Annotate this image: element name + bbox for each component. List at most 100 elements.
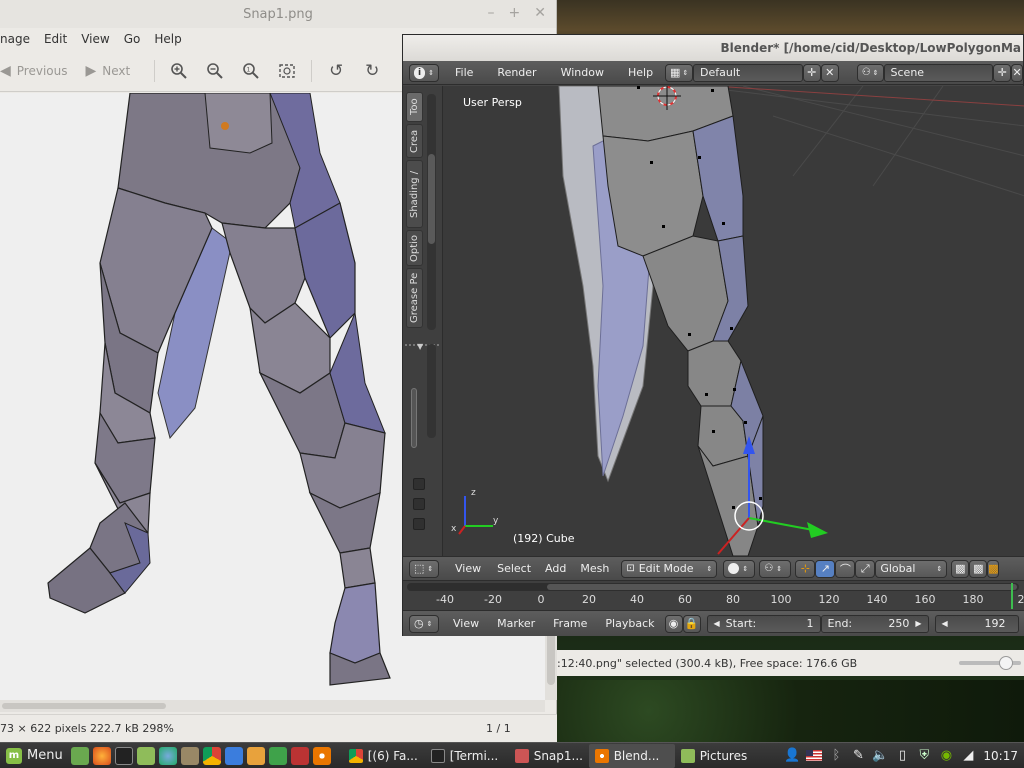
browser-icon[interactable] (158, 746, 177, 765)
delete-scene-button[interactable]: ✕ (1011, 63, 1024, 82)
bluetooth-icon[interactable]: ᛒ (828, 748, 844, 764)
close-icon[interactable]: ✕ (534, 5, 546, 21)
shelf-checkbox[interactable] (413, 478, 425, 490)
scene-browse-button[interactable]: ⚇ ⇕ (856, 63, 884, 82)
preview-range-button[interactable]: ◉ (664, 614, 683, 633)
menu-help[interactable]: Help (628, 66, 653, 79)
scrollbar-thumb[interactable] (428, 154, 435, 244)
zoom-normal-icon[interactable]: 1 (239, 59, 263, 83)
shelf-checkbox[interactable] (413, 518, 425, 530)
tab-options[interactable]: Optio (406, 230, 423, 266)
add-scene-button[interactable]: ✛ (993, 63, 1012, 82)
task-facebook[interactable]: [(6) Fa... (343, 744, 425, 768)
firefox-icon[interactable] (92, 746, 111, 765)
shelf-slider[interactable] (411, 388, 417, 448)
tab-grease-pencil[interactable]: Grease Pe (406, 268, 423, 328)
start-menu-button[interactable]: m Menu (0, 744, 69, 768)
add-layout-button[interactable]: ✛ (802, 63, 821, 82)
show-desktop-icon[interactable] (70, 746, 89, 765)
zoom-in-icon[interactable] (167, 59, 191, 83)
lock-frame-button[interactable]: 🔒 (682, 614, 701, 633)
document-icon[interactable] (246, 746, 265, 765)
menu-view[interactable]: View (455, 562, 481, 575)
menu-frame[interactable]: Frame (553, 617, 587, 630)
menu-marker[interactable]: Marker (497, 617, 535, 630)
writer-icon[interactable] (224, 746, 243, 765)
current-frame-marker[interactable] (1011, 583, 1013, 609)
menu-view[interactable]: View (453, 617, 479, 630)
menu-select[interactable]: Select (497, 562, 531, 575)
blender-icon[interactable] (312, 746, 331, 765)
timeline-scrollbar[interactable] (407, 583, 1019, 591)
start-frame-field[interactable]: ◀ Start: 1 (706, 614, 821, 633)
zoom-fit-icon[interactable] (275, 59, 299, 83)
previous-button[interactable]: ◀ Previous (0, 63, 68, 79)
screen-layout-field[interactable]: Default (693, 63, 803, 82)
task-blender[interactable]: Blend... (588, 743, 675, 768)
delete-layout-button[interactable]: ✕ (820, 63, 839, 82)
sound-icon[interactable]: 🔈 (872, 748, 888, 764)
layer-button[interactable]: ▩ (969, 559, 988, 578)
rotate-left-icon[interactable]: ↺ (324, 59, 348, 83)
mode-dropdown[interactable]: ⊡ Edit Mode ⇕ (621, 559, 718, 578)
task-snap1[interactable]: Snap1... (509, 744, 589, 768)
layer-button[interactable]: ▩ (987, 559, 1000, 578)
pivot-point-dropdown[interactable]: ⚇ ⇕ (759, 559, 792, 578)
zoom-slider[interactable] (959, 656, 1021, 670)
editor-type-3d-button[interactable]: ⬚ ⇕ (409, 559, 439, 578)
scale-manipulator-button[interactable]: ⤢ (855, 559, 876, 578)
menu-render[interactable]: Render (497, 66, 536, 79)
editor-type-info-button[interactable]: i ⇕ (409, 63, 439, 82)
calc-icon[interactable] (268, 746, 287, 765)
rotate-right-icon[interactable]: ↻ (360, 59, 384, 83)
collapse-arrow-icon[interactable]: ▼ (417, 342, 423, 351)
shelf-scrollbar-lower[interactable] (427, 344, 436, 438)
timeline[interactable]: -40 -20 0 20 40 60 80 100 120 140 160 180 2 (403, 580, 1024, 610)
task-terminal[interactable]: [Termi... (425, 744, 509, 768)
scene-field[interactable]: Scene (883, 63, 994, 82)
viewer-horizontal-scrollbar[interactable] (0, 700, 545, 712)
menu-window[interactable]: Window (561, 66, 604, 79)
layer-button[interactable]: ▩ (951, 559, 970, 578)
clock[interactable]: 10:17 (983, 749, 1018, 763)
keyboard-layout-icon[interactable] (806, 748, 823, 764)
shelf-checkbox[interactable] (413, 498, 425, 510)
menu-image[interactable]: nage (0, 32, 30, 46)
scrollbar-thumb[interactable] (547, 584, 1017, 590)
menu-view[interactable]: View (81, 32, 109, 46)
screen-layout-browse-button[interactable]: ▦ ⇕ (665, 63, 694, 82)
user-icon[interactable]: 👤 (784, 748, 800, 764)
menu-go[interactable]: Go (124, 32, 141, 46)
wifi-icon[interactable]: ◢ (960, 748, 976, 764)
translate-manipulator-button[interactable]: ↗ (815, 559, 836, 578)
rotate-manipulator-button[interactable]: ⌒ (835, 559, 856, 578)
nvidia-icon[interactable]: ◉ (938, 748, 954, 764)
orientation-dropdown[interactable]: Global ⇕ (875, 559, 948, 578)
menu-edit[interactable]: Edit (44, 32, 67, 46)
media-icon[interactable] (290, 746, 309, 765)
viewer-titlebar[interactable]: Snap1.png – + ✕ (0, 0, 556, 28)
blender-titlebar[interactable]: Blender* [/home/cid/Desktop/LowPolygonMa (403, 35, 1023, 61)
end-frame-field[interactable]: End: 250 ▶ (820, 614, 929, 633)
3d-viewport[interactable]: User Persp (192) Cube x y z (443, 86, 1024, 556)
task-pictures[interactable]: Pictures (675, 744, 757, 768)
files-icon[interactable] (136, 746, 155, 765)
update-shield-icon[interactable]: ⛨ (916, 748, 932, 764)
tab-create[interactable]: Crea (406, 124, 423, 158)
next-button[interactable]: ▶ Next (86, 63, 131, 79)
zoom-out-icon[interactable] (203, 59, 227, 83)
menu-mesh[interactable]: Mesh (580, 562, 609, 575)
slider-knob[interactable] (999, 656, 1013, 670)
minimize-icon[interactable]: – (488, 5, 495, 21)
menu-file[interactable]: File (455, 66, 473, 79)
viewport-shading-dropdown[interactable]: ⇕ (723, 559, 756, 578)
editor-type-timeline-button[interactable]: ◷ ⇕ (409, 614, 439, 633)
terminal-icon[interactable] (114, 746, 133, 765)
menu-add[interactable]: Add (545, 562, 566, 575)
manipulator-toggle-button[interactable]: ⊹ (795, 559, 816, 578)
scrollbar-thumb[interactable] (2, 703, 166, 709)
chrome-icon[interactable] (202, 746, 221, 765)
current-frame-field[interactable]: ◀ 192 (934, 614, 1019, 633)
shelf-scrollbar[interactable] (427, 94, 436, 330)
maximize-icon[interactable]: + (509, 5, 521, 21)
